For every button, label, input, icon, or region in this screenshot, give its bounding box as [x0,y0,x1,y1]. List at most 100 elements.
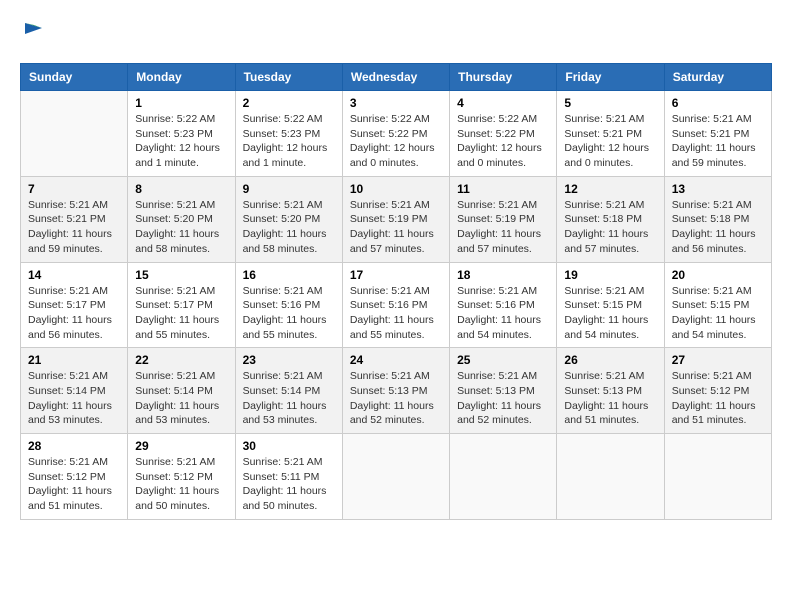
day-number: 10 [350,182,442,196]
calendar-cell: 2 Sunrise: 5:22 AM Sunset: 5:23 PM Daylig… [235,91,342,177]
day-detail: Sunrise: 5:21 AM Sunset: 5:11 PM Dayligh… [243,455,335,514]
day-detail: Sunrise: 5:21 AM Sunset: 5:13 PM Dayligh… [350,369,442,428]
day-number: 14 [28,268,120,282]
calendar-cell [664,434,771,520]
day-number: 19 [564,268,656,282]
day-detail: Sunrise: 5:21 AM Sunset: 5:21 PM Dayligh… [672,112,764,171]
calendar-header-row: SundayMondayTuesdayWednesdayThursdayFrid… [21,64,772,91]
calendar-cell: 5Sunrise: 5:21 AM Sunset: 5:21 PM Daylig… [557,91,664,177]
calendar-cell [557,434,664,520]
calendar-cell: 6 Sunrise: 5:21 AM Sunset: 5:21 PM Daylig… [664,91,771,177]
header [20,20,772,47]
day-number: 1 [135,96,227,110]
day-detail: Sunrise: 5:21 AM Sunset: 5:18 PM Dayligh… [672,198,764,257]
logo-text [20,20,44,47]
day-number: 17 [350,268,442,282]
calendar-cell: 13 Sunrise: 5:21 AM Sunset: 5:18 PM Dayli… [664,176,771,262]
calendar-cell: 30 Sunrise: 5:21 AM Sunset: 5:11 PM Dayli… [235,434,342,520]
day-number: 9 [243,182,335,196]
calendar-cell: 25 Sunrise: 5:21 AM Sunset: 5:13 PM Dayli… [450,348,557,434]
day-detail: Sunrise: 5:21 AM Sunset: 5:16 PM Dayligh… [350,284,442,343]
day-number: 5 [564,96,656,110]
calendar-cell: 3Sunrise: 5:22 AM Sunset: 5:22 PM Daylig… [342,91,449,177]
calendar-cell: 21Sunrise: 5:21 AM Sunset: 5:14 PM Dayli… [21,348,128,434]
calendar-cell: 18 Sunrise: 5:21 AM Sunset: 5:16 PM Dayli… [450,262,557,348]
day-number: 12 [564,182,656,196]
calendar-week-4: 21Sunrise: 5:21 AM Sunset: 5:14 PM Dayli… [21,348,772,434]
calendar-cell: 22Sunrise: 5:21 AM Sunset: 5:14 PM Dayli… [128,348,235,434]
day-number: 20 [672,268,764,282]
day-detail: Sunrise: 5:21 AM Sunset: 5:12 PM Dayligh… [28,455,120,514]
calendar-cell [342,434,449,520]
day-detail: Sunrise: 5:21 AM Sunset: 5:17 PM Dayligh… [135,284,227,343]
day-number: 24 [350,353,442,367]
day-number: 11 [457,182,549,196]
day-number: 13 [672,182,764,196]
day-number: 4 [457,96,549,110]
day-detail: Sunrise: 5:21 AM Sunset: 5:20 PM Dayligh… [243,198,335,257]
calendar-cell: 16 Sunrise: 5:21 AM Sunset: 5:16 PM Dayli… [235,262,342,348]
day-number: 18 [457,268,549,282]
day-detail: Sunrise: 5:21 AM Sunset: 5:15 PM Dayligh… [564,284,656,343]
day-number: 15 [135,268,227,282]
day-detail: Sunrise: 5:21 AM Sunset: 5:19 PM Dayligh… [457,198,549,257]
calendar-cell: 15 Sunrise: 5:21 AM Sunset: 5:17 PM Dayli… [128,262,235,348]
calendar-header-tuesday: Tuesday [235,64,342,91]
calendar-table: SundayMondayTuesdayWednesdayThursdayFrid… [20,63,772,520]
day-number: 23 [243,353,335,367]
logo [20,20,44,47]
logo-flag-icon [22,20,44,42]
calendar-cell: 1 Sunrise: 5:22 AM Sunset: 5:23 PM Daylig… [128,91,235,177]
calendar-cell: 12Sunrise: 5:21 AM Sunset: 5:18 PM Dayli… [557,176,664,262]
calendar-week-2: 7 Sunrise: 5:21 AM Sunset: 5:21 PM Daylig… [21,176,772,262]
calendar-cell: 23Sunrise: 5:21 AM Sunset: 5:14 PM Dayli… [235,348,342,434]
calendar-cell: 10 Sunrise: 5:21 AM Sunset: 5:19 PM Dayli… [342,176,449,262]
calendar-cell: 19 Sunrise: 5:21 AM Sunset: 5:15 PM Dayli… [557,262,664,348]
calendar-cell: 20 Sunrise: 5:21 AM Sunset: 5:15 PM Dayli… [664,262,771,348]
calendar-week-3: 14 Sunrise: 5:21 AM Sunset: 5:17 PM Dayli… [21,262,772,348]
day-number: 8 [135,182,227,196]
calendar-cell [450,434,557,520]
day-detail: Sunrise: 5:22 AM Sunset: 5:22 PM Dayligh… [457,112,549,171]
day-detail: Sunrise: 5:21 AM Sunset: 5:12 PM Dayligh… [672,369,764,428]
calendar-cell: 28Sunrise: 5:21 AM Sunset: 5:12 PM Dayli… [21,434,128,520]
calendar-cell: 17 Sunrise: 5:21 AM Sunset: 5:16 PM Dayli… [342,262,449,348]
day-number: 16 [243,268,335,282]
day-number: 25 [457,353,549,367]
day-number: 26 [564,353,656,367]
day-number: 22 [135,353,227,367]
calendar-header-monday: Monday [128,64,235,91]
calendar-cell: 14 Sunrise: 5:21 AM Sunset: 5:17 PM Dayli… [21,262,128,348]
day-detail: Sunrise: 5:21 AM Sunset: 5:17 PM Dayligh… [28,284,120,343]
calendar-cell: 27Sunrise: 5:21 AM Sunset: 5:12 PM Dayli… [664,348,771,434]
calendar-cell: 7 Sunrise: 5:21 AM Sunset: 5:21 PM Daylig… [21,176,128,262]
day-number: 7 [28,182,120,196]
day-detail: Sunrise: 5:21 AM Sunset: 5:16 PM Dayligh… [457,284,549,343]
day-number: 21 [28,353,120,367]
day-detail: Sunrise: 5:22 AM Sunset: 5:23 PM Dayligh… [243,112,335,171]
day-number: 30 [243,439,335,453]
day-detail: Sunrise: 5:22 AM Sunset: 5:22 PM Dayligh… [350,112,442,171]
calendar-cell: 9 Sunrise: 5:21 AM Sunset: 5:20 PM Daylig… [235,176,342,262]
calendar-cell: 8 Sunrise: 5:21 AM Sunset: 5:20 PM Daylig… [128,176,235,262]
calendar-header-wednesday: Wednesday [342,64,449,91]
day-detail: Sunrise: 5:21 AM Sunset: 5:20 PM Dayligh… [135,198,227,257]
calendar-cell: 29 Sunrise: 5:21 AM Sunset: 5:12 PM Dayli… [128,434,235,520]
day-detail: Sunrise: 5:21 AM Sunset: 5:13 PM Dayligh… [457,369,549,428]
calendar-week-5: 28Sunrise: 5:21 AM Sunset: 5:12 PM Dayli… [21,434,772,520]
calendar-cell [21,91,128,177]
day-number: 29 [135,439,227,453]
day-detail: Sunrise: 5:21 AM Sunset: 5:15 PM Dayligh… [672,284,764,343]
day-detail: Sunrise: 5:21 AM Sunset: 5:12 PM Dayligh… [135,455,227,514]
calendar-cell: 26 Sunrise: 5:21 AM Sunset: 5:13 PM Dayli… [557,348,664,434]
calendar-header-sunday: Sunday [21,64,128,91]
day-detail: Sunrise: 5:21 AM Sunset: 5:13 PM Dayligh… [564,369,656,428]
day-detail: Sunrise: 5:21 AM Sunset: 5:21 PM Dayligh… [28,198,120,257]
day-detail: Sunrise: 5:22 AM Sunset: 5:23 PM Dayligh… [135,112,227,171]
day-detail: Sunrise: 5:21 AM Sunset: 5:16 PM Dayligh… [243,284,335,343]
day-number: 2 [243,96,335,110]
calendar-week-1: 1 Sunrise: 5:22 AM Sunset: 5:23 PM Daylig… [21,91,772,177]
calendar-cell: 11 Sunrise: 5:21 AM Sunset: 5:19 PM Dayli… [450,176,557,262]
day-detail: Sunrise: 5:21 AM Sunset: 5:19 PM Dayligh… [350,198,442,257]
day-number: 6 [672,96,764,110]
